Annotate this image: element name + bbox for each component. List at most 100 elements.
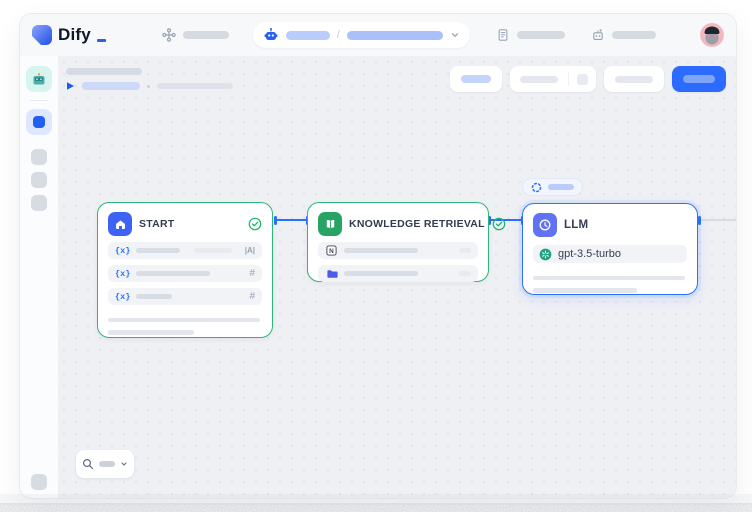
edge-port <box>698 216 701 225</box>
dataset-skeleton <box>344 248 418 253</box>
search-zoom-icon <box>82 458 94 470</box>
variable-skeleton <box>136 248 180 253</box>
node-description-skeleton <box>108 330 194 335</box>
workflow-canvas[interactable]: START {x} |A| {x} <box>58 56 736 498</box>
node-llm-header: LLM <box>533 213 687 237</box>
current-app-icon[interactable] <box>26 66 52 92</box>
folder-icon <box>325 267 338 280</box>
dify-logo-icon <box>32 25 52 45</box>
sidebar-item-active[interactable] <box>26 109 52 135</box>
spinner-icon <box>531 182 542 193</box>
node-knowledge-retrieval[interactable]: KNOWLEDGE RETRIEVAL N <box>307 202 489 282</box>
node-title: KNOWLEDGE RETRIEVAL <box>349 218 485 230</box>
user-avatar[interactable] <box>700 23 724 47</box>
run-meta-skeleton <box>157 83 233 89</box>
run-status-row <box>66 81 233 91</box>
dataset-count-skeleton <box>459 271 471 276</box>
node-description-skeleton <box>533 276 685 280</box>
button-skeleton <box>683 75 715 83</box>
check-circle-icon <box>492 217 506 231</box>
button-icon-placeholder <box>577 74 588 85</box>
workflow-name-skeleton <box>347 31 443 40</box>
node-start-header: START <box>108 212 262 236</box>
home-icon <box>108 212 132 236</box>
node-description-skeleton <box>108 318 260 322</box>
button-skeleton <box>615 76 653 83</box>
check-circle-icon <box>248 217 262 231</box>
variable-icon: {x} <box>115 292 130 302</box>
play-icon[interactable] <box>66 81 75 91</box>
edge-llm-offscreen <box>699 219 736 221</box>
dot-separator <box>147 85 150 88</box>
run-label-skeleton <box>82 82 140 90</box>
badge-skeleton <box>548 184 574 190</box>
llm-running-badge <box>522 178 583 196</box>
brand-cursor <box>97 39 106 42</box>
workspace-switcher[interactable] <box>162 28 229 42</box>
brand-name: Dify <box>58 25 91 45</box>
dataset-row: N <box>318 242 478 259</box>
node-title: LLM <box>564 219 588 231</box>
sidebar-item-skeleton[interactable] <box>31 172 47 188</box>
variable-row: {x} # <box>108 288 262 305</box>
openai-icon <box>539 248 552 261</box>
variable-skeleton <box>136 271 210 276</box>
model-name: gpt-3.5-turbo <box>558 248 621 260</box>
active-item-icon <box>33 116 45 128</box>
variable-icon: {x} <box>115 269 130 279</box>
llm-brain-icon <box>533 213 557 237</box>
dataset-row <box>318 265 478 282</box>
zoom-level-skeleton <box>99 461 115 467</box>
node-knowledge-header: KNOWLEDGE RETRIEVAL <box>318 212 478 236</box>
avatar-image <box>700 23 724 47</box>
toolbar-button-1[interactable] <box>450 66 502 92</box>
node-llm[interactable]: LLM gpt-3.5-turbo <box>522 203 698 295</box>
app-header: Dify / <box>20 14 736 56</box>
document-icon <box>496 28 510 42</box>
variable-skeleton <box>136 294 172 299</box>
left-sidebar <box>20 56 58 498</box>
sidebar-bottom-skeleton[interactable] <box>31 474 47 490</box>
number-type-icon: # <box>249 291 255 302</box>
workflow-title-skeleton <box>66 68 142 75</box>
sidebar-item-skeleton[interactable] <box>31 195 47 211</box>
dify-logo[interactable]: Dify <box>32 25 106 45</box>
number-type-icon: # <box>249 268 255 279</box>
edge-start-knowledge <box>275 219 308 221</box>
workflow-icon <box>162 28 176 42</box>
app-robot-icon <box>263 27 279 43</box>
sidebar-divider <box>30 100 48 101</box>
docs-skeleton <box>517 31 565 39</box>
button-skeleton <box>520 76 558 83</box>
toolbar-button-3[interactable] <box>604 66 664 92</box>
variable-icon: {x} <box>115 246 130 256</box>
toolbar-button-2[interactable] <box>510 66 596 92</box>
assistant-skeleton <box>612 31 656 39</box>
app-window: Dify / <box>20 14 736 498</box>
docs-link[interactable] <box>496 28 565 42</box>
chevron-down-icon <box>120 460 128 468</box>
svg-text:N: N <box>329 248 334 255</box>
node-start[interactable]: START {x} |A| {x} <box>97 202 273 338</box>
button-skeleton <box>461 75 491 83</box>
app-selector[interactable]: / <box>253 22 470 48</box>
dataset-count-skeleton <box>459 248 471 253</box>
zoom-control[interactable] <box>76 450 134 478</box>
workspace-skeleton <box>183 31 229 39</box>
variable-row: {x} # <box>108 265 262 282</box>
publish-button[interactable] <box>672 66 726 92</box>
dataset-skeleton <box>344 271 418 276</box>
model-row: gpt-3.5-turbo <box>533 245 687 263</box>
assistant-link[interactable] <box>591 28 656 42</box>
screenshot-noise-artifact <box>0 494 752 512</box>
node-description-skeleton <box>533 288 637 293</box>
sidebar-item-skeleton[interactable] <box>31 149 47 165</box>
node-title: START <box>139 218 174 230</box>
book-icon <box>318 212 342 236</box>
app-emoji-robot-icon <box>31 71 47 87</box>
variable-value-skeleton <box>194 248 232 253</box>
bot-icon <box>591 28 605 42</box>
breadcrumb-separator: / <box>337 29 340 41</box>
app-name-skeleton <box>286 31 330 40</box>
variable-row: {x} |A| <box>108 242 262 259</box>
